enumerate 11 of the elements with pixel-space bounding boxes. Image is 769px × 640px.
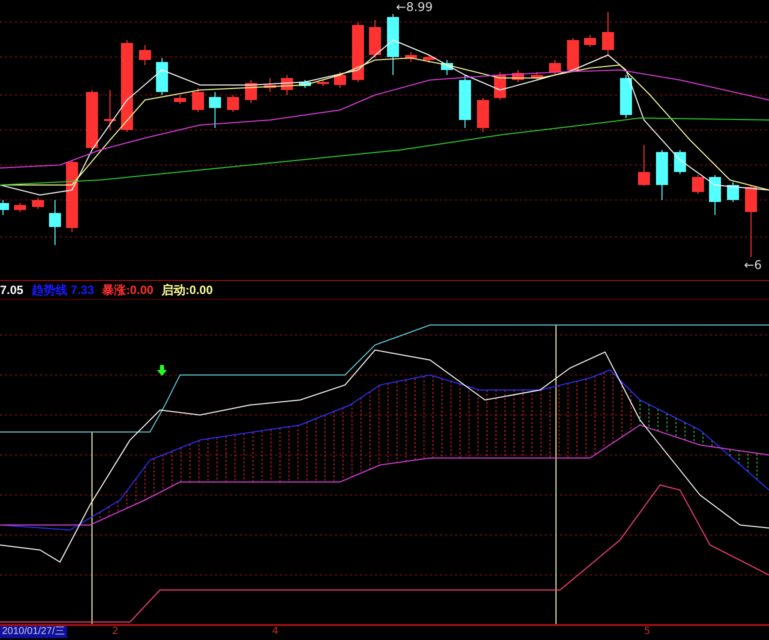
down-arrow-icon (157, 365, 167, 376)
indicator-value: 趋势线 7.33 (31, 282, 94, 298)
axis-tick-label: 5 (644, 626, 650, 638)
axis-tick-label: 4 (272, 626, 278, 638)
axis-tick-label: 2 (112, 626, 118, 638)
date-label: 2010/01/27/三 (0, 626, 67, 638)
indicator-value: 启动:0.00 (161, 282, 213, 298)
indicator-value: 7.05 (0, 283, 24, 297)
high-price-label: ←8.99 (396, 0, 433, 14)
indicator-value: 暴涨:0.00 (102, 282, 154, 298)
low-price-label: ←6 (744, 258, 762, 272)
